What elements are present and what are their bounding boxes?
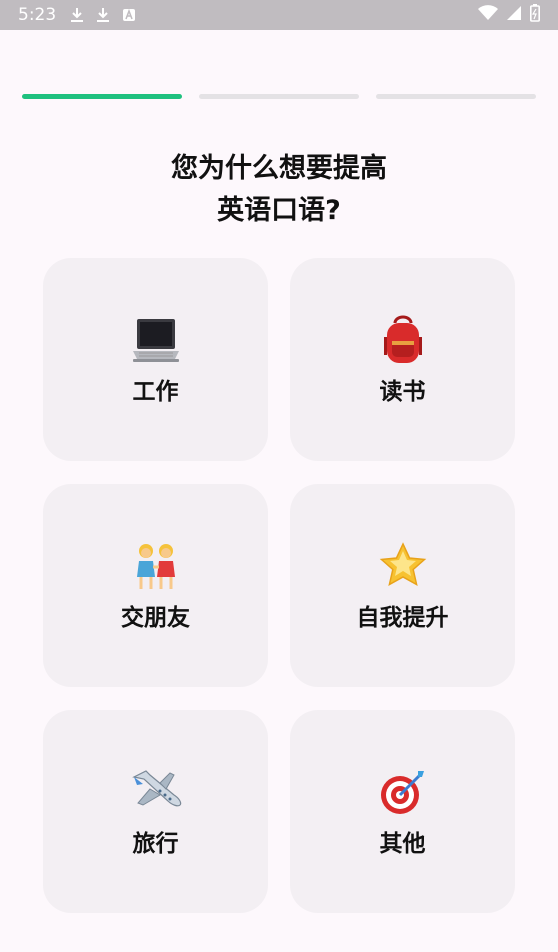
status-time: 5:23	[18, 5, 57, 25]
option-label: 交朋友	[121, 604, 190, 631]
download-icon	[96, 7, 110, 23]
option-make-friends[interactable]: 交朋友	[43, 484, 268, 687]
target-icon	[377, 766, 429, 818]
option-label: 自我提升	[356, 604, 449, 631]
star-icon	[377, 540, 429, 592]
option-travel[interactable]: 旅行	[43, 710, 268, 913]
option-label: 读书	[379, 378, 426, 405]
options-grid: 工作 读书 交朋友 自我提升 旅行 其他	[43, 258, 515, 913]
backpack-icon	[377, 314, 429, 366]
option-other[interactable]: 其他	[290, 710, 515, 913]
option-work[interactable]: 工作	[43, 258, 268, 461]
progress-step-3	[376, 94, 536, 99]
question-line-2: 英语口语?	[217, 195, 341, 226]
step-progress	[22, 94, 536, 100]
question-line-1: 您为什么想要提高	[171, 153, 387, 184]
option-label: 其他	[379, 830, 426, 857]
progress-step-1	[22, 94, 182, 99]
progress-step-2	[199, 94, 359, 99]
download-icon	[70, 7, 84, 23]
signal-icon	[506, 5, 522, 26]
option-label: 旅行	[132, 830, 179, 857]
app-notification-icon	[122, 7, 136, 23]
option-label: 工作	[132, 378, 179, 405]
battery-icon	[530, 3, 540, 27]
laptop-icon	[130, 314, 182, 366]
friends-icon	[130, 540, 182, 592]
option-study[interactable]: 读书	[290, 258, 515, 461]
status-bar: 5:23	[0, 0, 558, 30]
wifi-icon	[478, 4, 498, 26]
question-title: 您为什么想要提高 英语口语?	[0, 148, 558, 232]
option-self-improvement[interactable]: 自我提升	[290, 484, 515, 687]
airplane-icon	[130, 766, 182, 818]
